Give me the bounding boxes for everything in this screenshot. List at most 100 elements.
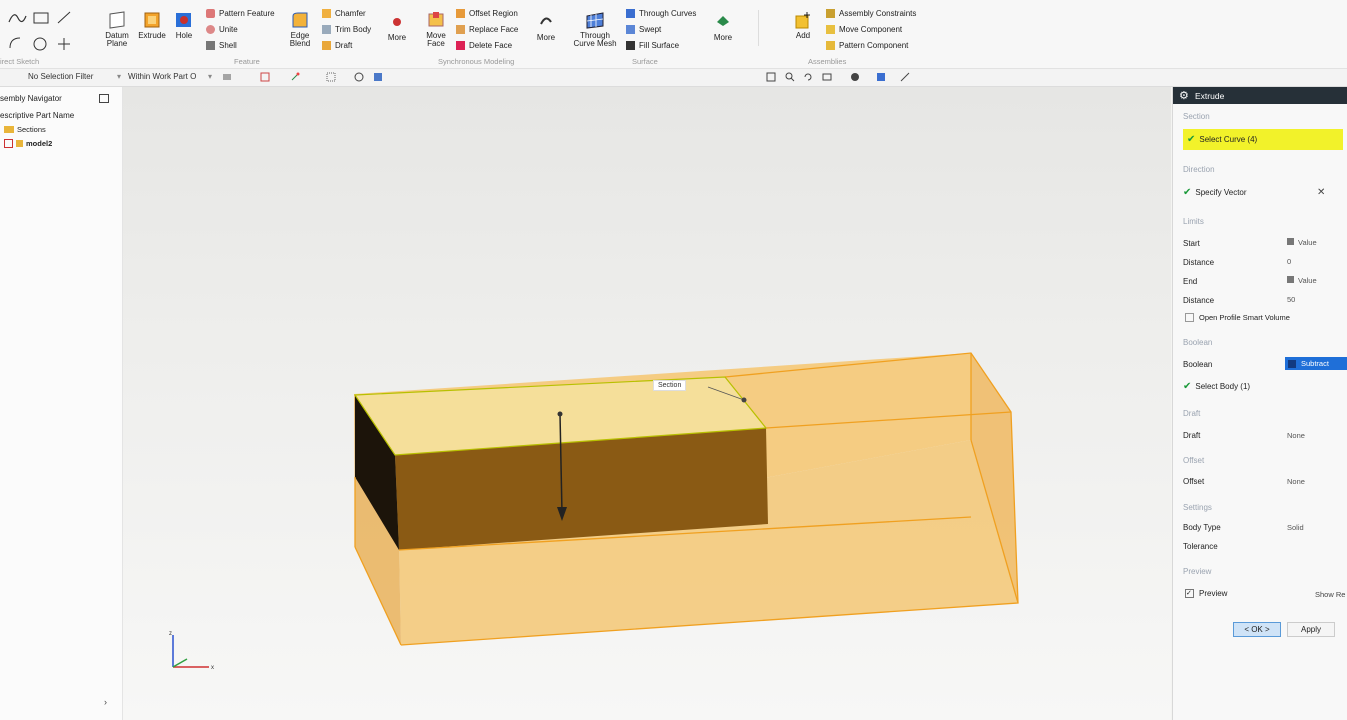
delete-face-label: Delete Face	[469, 41, 513, 50]
distance-end-input[interactable]: 50	[1287, 295, 1295, 304]
boolean-label: Boolean	[1183, 360, 1213, 369]
more-sync-button[interactable]: More	[532, 12, 560, 42]
extrude-dialog: ⚙ Extrude Section ✔ Select Curve (4) Dir…	[1172, 87, 1347, 720]
pattern-component-label: Pattern Component	[839, 41, 909, 50]
through-curve-mesh-button[interactable]: Through Curve Mesh	[573, 10, 617, 48]
menu-icon[interactable]	[222, 72, 232, 82]
curve-mesh-icon	[586, 12, 604, 29]
offset-dropdown[interactable]: None	[1287, 477, 1305, 486]
fill-surface-label: Fill Surface	[639, 41, 680, 50]
delete-face-button[interactable]: Delete Face	[456, 41, 512, 50]
part-icon	[16, 140, 23, 147]
move-component-button[interactable]: Move Component	[826, 25, 902, 34]
offset-header: Offset	[1183, 456, 1205, 465]
distance-end-label: Distance	[1183, 296, 1215, 305]
snap-icon[interactable]	[290, 72, 300, 82]
more-surface-label: More	[713, 33, 733, 42]
navigator-title: sembly Navigator	[0, 94, 62, 103]
pattern-component-button[interactable]: Pattern Component	[826, 41, 908, 50]
draft-header: Draft	[1183, 409, 1201, 418]
pattern-feature-button[interactable]: Pattern Feature	[206, 9, 275, 18]
tree-item-sections[interactable]: Sections	[4, 125, 46, 134]
select-body-row[interactable]: ✔ Select Body (1)	[1183, 381, 1250, 392]
swept-button[interactable]: Swept	[626, 25, 661, 34]
edge-blend-icon	[292, 12, 308, 28]
move-face-button[interactable]: Move Face	[421, 10, 451, 48]
replace-face-button[interactable]: Replace Face	[456, 25, 518, 34]
body-check-icon: ✔	[1183, 381, 1192, 392]
expand-arrow-icon[interactable]: ›	[104, 697, 107, 707]
add-component-button[interactable]: Add	[790, 10, 816, 40]
vector-check-icon: ✔	[1183, 187, 1192, 198]
render-style-icon[interactable]	[850, 72, 860, 82]
checkbox-icon[interactable]	[4, 139, 13, 148]
distance-start-input[interactable]: 0	[1287, 257, 1291, 266]
zoom-icon[interactable]	[785, 72, 795, 82]
vector-origin	[557, 411, 563, 417]
more-surface-button[interactable]: More	[709, 12, 737, 42]
reverse-direction-icon[interactable]: ✕	[1317, 187, 1325, 198]
boolean-dropdown[interactable]: Subtract	[1285, 357, 1347, 370]
show-result-button[interactable]: Show Re	[1315, 590, 1345, 599]
open-profile-row[interactable]: Open Profile Smart Volume	[1185, 313, 1290, 322]
limits-header: Limits	[1183, 217, 1204, 226]
maximize-icon[interactable]	[99, 94, 109, 103]
zoom-fit-icon[interactable]	[766, 72, 776, 82]
edit-section-icon[interactable]	[900, 72, 910, 82]
edge-blend-button[interactable]: Edge Blend	[284, 10, 316, 48]
select-box-icon[interactable]	[260, 72, 270, 82]
end-dropdown[interactable]: Value	[1287, 276, 1317, 285]
select-curve-label: Select Curve (4)	[1199, 135, 1258, 144]
tolerance-label: Tolerance	[1183, 542, 1218, 551]
assemblies-group-label: Assemblies	[808, 57, 847, 66]
draft-button[interactable]: Draft	[322, 41, 352, 50]
more-sync-label: More	[536, 33, 556, 42]
offset-region-button[interactable]: Offset Region	[456, 9, 518, 18]
more-feature-button[interactable]: More	[383, 12, 411, 42]
folder-icon	[4, 126, 14, 133]
boolean-header: Boolean	[1183, 338, 1213, 347]
specify-vector-row[interactable]: ✔ Specify Vector	[1183, 187, 1247, 198]
preview-row[interactable]: ✓ Preview	[1185, 589, 1227, 598]
chamfer-button[interactable]: Chamfer	[322, 9, 366, 18]
extrude-label: Extrude	[138, 31, 166, 40]
unite-button[interactable]: Unite	[206, 25, 238, 34]
tree-item-model[interactable]: model2	[4, 139, 52, 148]
datum-plane-button[interactable]: Datum Plane	[102, 10, 132, 48]
graphics-viewport[interactable]: z x Section	[123, 87, 1171, 720]
sync-modeling-group-label: Synchronous Modeling	[438, 57, 515, 66]
rotate-icon[interactable]	[803, 72, 813, 82]
ribbon: irect Sketch Datum Plane Extrude Hole Pa…	[0, 0, 1347, 69]
svg-text:x: x	[211, 665, 214, 671]
start-dropdown[interactable]: Value	[1287, 238, 1317, 247]
window-select-icon[interactable]	[326, 72, 336, 82]
start-value: Value	[1298, 238, 1317, 247]
ok-button[interactable]: < OK >	[1233, 622, 1281, 637]
sketch-tools-icons[interactable]	[6, 8, 76, 54]
fill-surface-button[interactable]: Fill Surface	[626, 41, 679, 50]
move-face-icon	[428, 12, 444, 27]
body-type-dropdown[interactable]: Solid	[1287, 523, 1304, 532]
draft-dropdown[interactable]: None	[1287, 431, 1305, 440]
selection-filter-dropdown[interactable]: No Selection Filter	[28, 72, 93, 81]
shell-button[interactable]: Shell	[206, 41, 237, 50]
select-curve-row[interactable]: ✔ Select Curve (4)	[1183, 129, 1343, 150]
more-icon	[393, 18, 401, 26]
orient-view-icon[interactable]	[822, 72, 832, 82]
hole-button[interactable]: Hole	[170, 10, 198, 40]
assembly-constraints-button[interactable]: Assembly Constraints	[826, 9, 916, 18]
svg-text:z: z	[169, 631, 172, 637]
wcs-icon[interactable]	[354, 72, 364, 82]
preview-checkbox[interactable]: ✓	[1185, 589, 1194, 598]
shell-label: Shell	[219, 41, 237, 50]
more-surface-icon	[717, 16, 729, 26]
model-view[interactable]: z x	[123, 87, 1171, 720]
through-curves-button[interactable]: Through Curves	[626, 9, 696, 18]
apply-button[interactable]: Apply	[1287, 622, 1335, 637]
trim-body-button[interactable]: Trim Body	[322, 25, 371, 34]
extrude-button[interactable]: Extrude	[136, 10, 168, 40]
display-cube-icon[interactable]	[876, 72, 886, 82]
selection-scope-dropdown[interactable]: Within Work Part O	[128, 72, 196, 81]
cube-view-icon[interactable]	[373, 72, 383, 82]
open-profile-checkbox[interactable]	[1185, 313, 1194, 322]
